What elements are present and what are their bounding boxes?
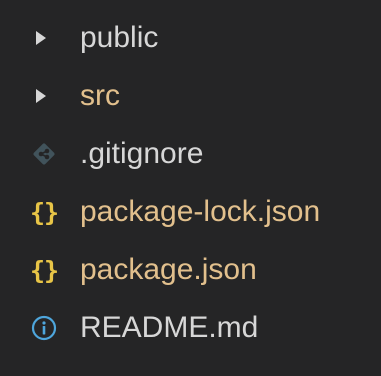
tree-item-src-folder[interactable]: src [0, 67, 381, 125]
tree-item-package-lock-json[interactable]: {} package-lock.json [0, 183, 381, 241]
info-icon [22, 299, 74, 357]
tree-item-package-json[interactable]: {} package.json [0, 241, 381, 299]
tree-item-readme-md[interactable]: README.md [0, 299, 381, 357]
tree-item-label: public [80, 21, 159, 54]
tree-item-label: README.md [80, 311, 259, 344]
tree-item-label: src [80, 79, 120, 112]
chevron-right-icon[interactable] [22, 9, 74, 67]
json-braces-icon: {} [29, 197, 59, 227]
tree-item-label: package.json [80, 253, 257, 286]
json-braces-icon: {} [29, 255, 59, 285]
tree-item-public-folder[interactable]: public [0, 9, 381, 67]
tree-item-label: package-lock.json [80, 195, 321, 228]
tree-item-gitignore[interactable]: .gitignore [0, 125, 381, 183]
git-icon [22, 125, 74, 183]
file-explorer-tree: public src .gitignore {} package-lock.js… [0, 0, 381, 376]
tree-item-label: .gitignore [80, 137, 204, 170]
chevron-right-icon[interactable] [22, 67, 74, 125]
